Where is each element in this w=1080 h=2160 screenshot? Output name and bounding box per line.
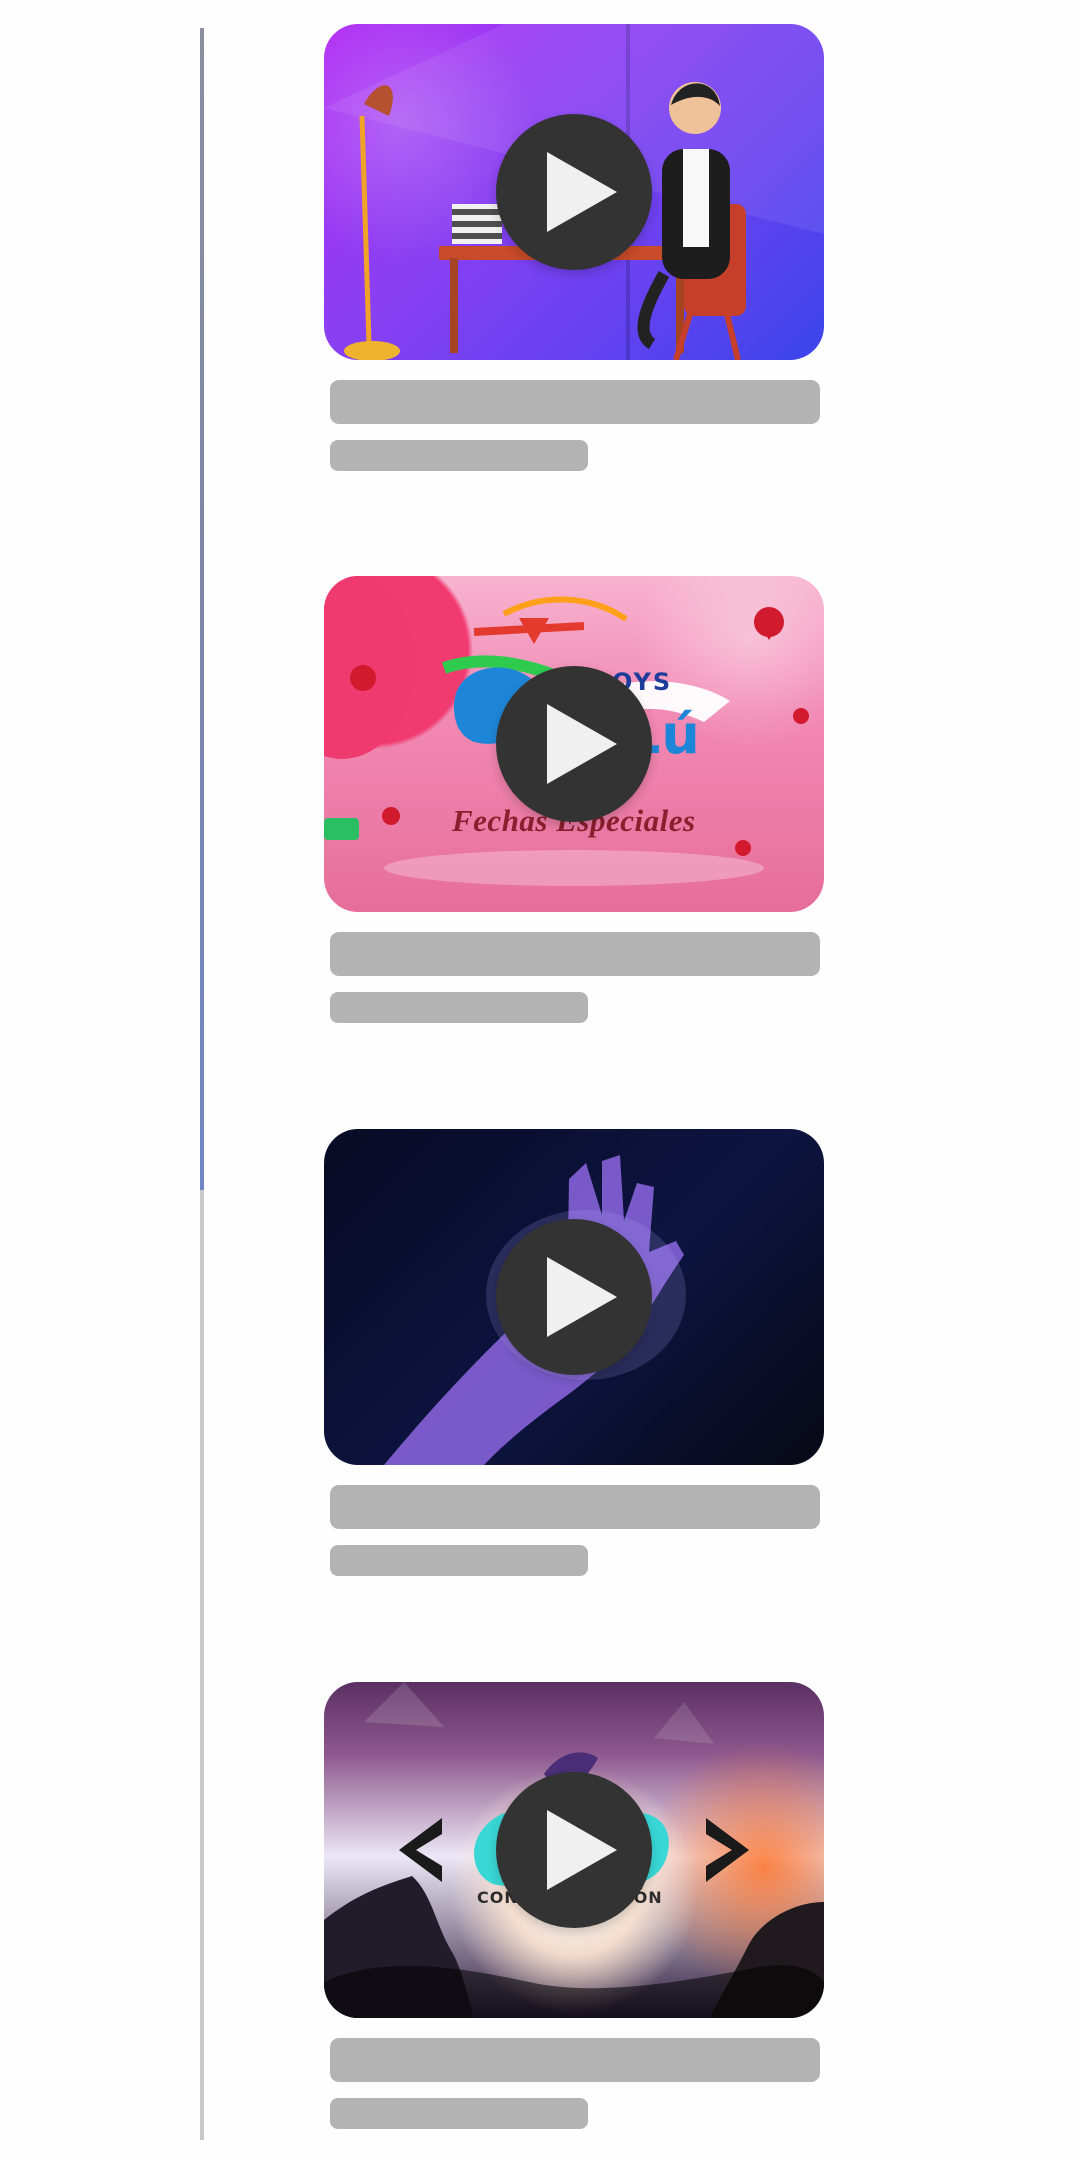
scroll-rail[interactable] xyxy=(200,28,204,2140)
video-feed-page: OYS Lú Fechas Especiales CONV CIÓN xyxy=(0,0,1080,2160)
video-subtitle-placeholder xyxy=(330,1545,588,1576)
video-title-placeholder xyxy=(330,932,820,976)
play-icon xyxy=(547,1257,617,1337)
video-title-placeholder xyxy=(330,1485,820,1529)
video-subtitle-placeholder xyxy=(330,992,588,1023)
play-button[interactable] xyxy=(496,1219,652,1375)
play-button[interactable] xyxy=(496,114,652,270)
video-subtitle-placeholder xyxy=(330,440,588,471)
glowing-hand-thumbnail[interactable] xyxy=(324,1129,824,1465)
video-card[interactable]: CONV CIÓN xyxy=(324,1682,824,2129)
video-title-placeholder xyxy=(330,380,820,424)
play-button[interactable] xyxy=(496,1772,652,1928)
video-card[interactable] xyxy=(324,1129,824,1576)
play-icon xyxy=(547,152,617,232)
fechas-especiales-thumbnail[interactable]: OYS Lú Fechas Especiales xyxy=(324,576,824,912)
video-card[interactable]: OYS Lú Fechas Especiales xyxy=(324,576,824,1023)
video-card[interactable] xyxy=(324,24,824,471)
scroll-rail-progress xyxy=(200,28,204,1190)
office-animation-thumbnail[interactable] xyxy=(324,24,824,360)
mountain-leap-thumbnail[interactable]: CONV CIÓN xyxy=(324,1682,824,2018)
play-icon xyxy=(547,704,617,784)
play-button[interactable] xyxy=(496,666,652,822)
video-subtitle-placeholder xyxy=(330,2098,588,2129)
play-icon xyxy=(547,1810,617,1890)
video-title-placeholder xyxy=(330,2038,820,2082)
